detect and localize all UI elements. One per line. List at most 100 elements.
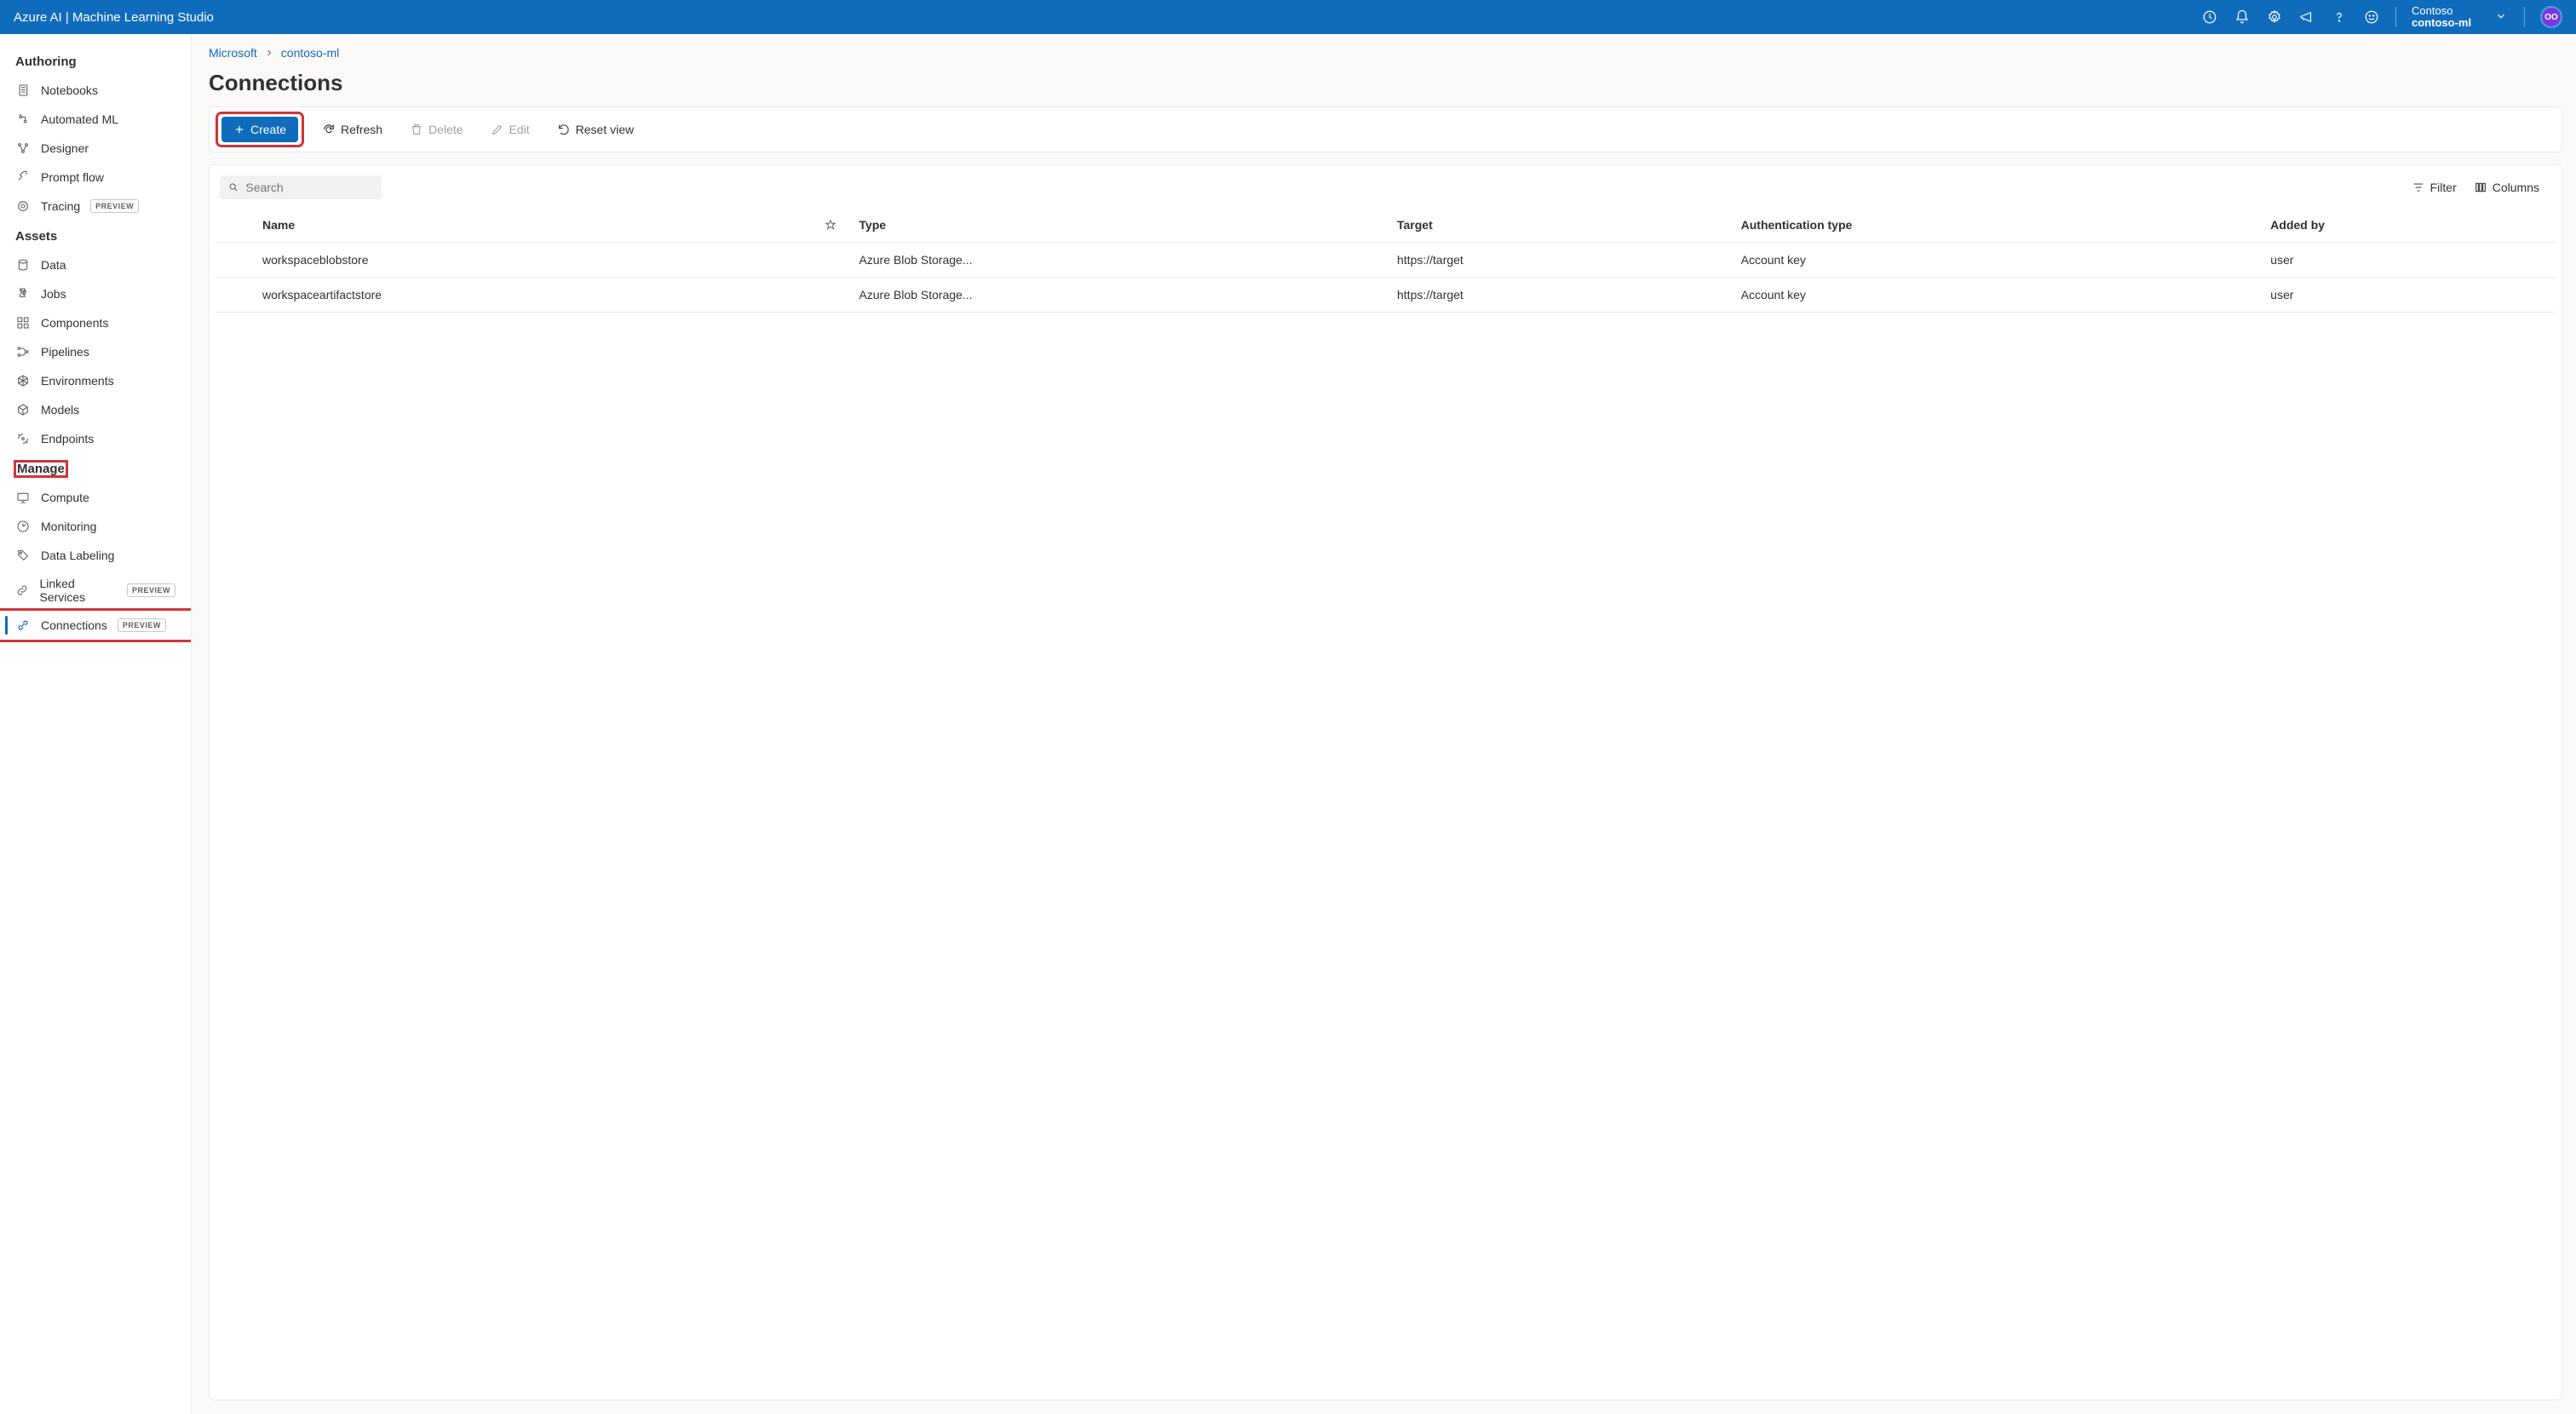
table-row[interactable]: workspaceartifactstore Azure Blob Storag… bbox=[215, 278, 2556, 313]
connections-icon bbox=[15, 618, 31, 633]
delete-button: Delete bbox=[403, 118, 469, 141]
sidebar-item-label: Environments bbox=[41, 374, 114, 388]
sidebar-item-linked[interactable]: Linked Services PREVIEW bbox=[0, 570, 191, 611]
create-button[interactable]: Create bbox=[221, 117, 298, 142]
delete-button-label: Delete bbox=[428, 123, 463, 136]
preview-badge: PREVIEW bbox=[118, 618, 166, 632]
cell-addedby: user bbox=[2262, 278, 2556, 313]
avatar[interactable]: OO bbox=[2540, 6, 2562, 28]
row-checkbox-cell[interactable] bbox=[215, 278, 254, 313]
column-checkbox bbox=[215, 208, 254, 243]
create-button-label: Create bbox=[250, 123, 286, 136]
column-auth[interactable]: Authentication type bbox=[1733, 208, 2263, 243]
help-icon[interactable] bbox=[2331, 9, 2348, 26]
preview-badge: PREVIEW bbox=[127, 583, 175, 597]
sidebar-item-pipelines[interactable]: Pipelines bbox=[0, 337, 191, 366]
recent-icon[interactable] bbox=[2201, 9, 2218, 26]
breadcrumb-link[interactable]: contoso-ml bbox=[281, 46, 339, 60]
header-divider bbox=[2395, 7, 2396, 27]
workspace-switcher[interactable]: Contoso contoso-ml bbox=[2412, 5, 2480, 30]
notebook-icon bbox=[15, 83, 31, 98]
page-title: Connections bbox=[209, 70, 2562, 96]
sidebar-item-promptflow[interactable]: Prompt flow bbox=[0, 163, 191, 192]
sidebar-item-label: Components bbox=[41, 316, 108, 330]
chevron-right-icon bbox=[264, 48, 274, 58]
sidebar-item-models[interactable]: Models bbox=[0, 395, 191, 424]
sidebar-section-manage: Manage bbox=[0, 453, 191, 483]
cell-target: https://target bbox=[1389, 278, 1733, 313]
megaphone-icon[interactable] bbox=[2298, 9, 2315, 26]
column-favorite[interactable] bbox=[816, 208, 850, 243]
sidebar-item-jobs[interactable]: Jobs bbox=[0, 279, 191, 308]
sidebar-item-environments[interactable]: Environments bbox=[0, 366, 191, 395]
sidebar-item-designer[interactable]: Designer bbox=[0, 134, 191, 163]
filter-button[interactable]: Filter bbox=[2403, 175, 2465, 199]
pipelines-icon bbox=[15, 344, 31, 359]
sidebar-item-label: Jobs bbox=[41, 287, 66, 301]
breadcrumb-link[interactable]: Microsoft bbox=[209, 46, 257, 60]
cell-favorite[interactable] bbox=[816, 278, 850, 313]
row-checkbox-cell[interactable] bbox=[215, 243, 254, 278]
edit-button: Edit bbox=[484, 118, 537, 141]
sidebar-item-label: Tracing bbox=[41, 199, 80, 213]
endpoints-icon bbox=[15, 431, 31, 446]
automl-icon bbox=[15, 112, 31, 127]
sidebar-item-connections[interactable]: Connections PREVIEW bbox=[0, 611, 191, 640]
edit-button-label: Edit bbox=[509, 123, 530, 136]
search-input[interactable] bbox=[245, 181, 373, 194]
main-content: Microsoft contoso-ml Connections Create … bbox=[192, 34, 2576, 1414]
preview-badge: PREVIEW bbox=[90, 199, 139, 213]
column-target[interactable]: Target bbox=[1389, 208, 1733, 243]
sidebar-item-label: Linked Services bbox=[39, 577, 117, 604]
column-name[interactable]: Name bbox=[254, 208, 816, 243]
connections-table: Name Type Target Authentication type Add… bbox=[215, 208, 2556, 313]
sidebar-item-label: Monitoring bbox=[41, 520, 96, 533]
sidebar-item-label: Connections bbox=[41, 618, 107, 632]
sidebar-item-endpoints[interactable]: Endpoints bbox=[0, 424, 191, 453]
sidebar-item-label: Pipelines bbox=[41, 345, 89, 359]
cell-favorite[interactable] bbox=[816, 243, 850, 278]
reset-view-button-label: Reset view bbox=[576, 123, 634, 136]
filter-button-label: Filter bbox=[2430, 181, 2457, 194]
smile-icon[interactable] bbox=[2363, 9, 2380, 26]
sidebar-item-components[interactable]: Components bbox=[0, 308, 191, 337]
sidebar-item-data[interactable]: Data bbox=[0, 250, 191, 279]
environments-icon bbox=[15, 373, 31, 388]
sidebar-item-compute[interactable]: Compute bbox=[0, 483, 191, 512]
cell-target: https://target bbox=[1389, 243, 1733, 278]
chevron-down-icon[interactable] bbox=[2495, 10, 2509, 24]
search-box[interactable] bbox=[220, 175, 382, 199]
refresh-button[interactable]: Refresh bbox=[315, 118, 389, 141]
sidebar-item-tracing[interactable]: Tracing PREVIEW bbox=[0, 192, 191, 221]
sidebar-item-automl[interactable]: Automated ML bbox=[0, 105, 191, 134]
cell-auth: Account key bbox=[1733, 278, 2263, 313]
sidebar-item-monitoring[interactable]: Monitoring bbox=[0, 512, 191, 541]
sidebar-item-labeling[interactable]: Data Labeling bbox=[0, 541, 191, 570]
sidebar-item-label: Automated ML bbox=[41, 112, 118, 126]
columns-button[interactable]: Columns bbox=[2465, 175, 2548, 199]
compute-icon bbox=[15, 490, 31, 505]
connections-card: Filter Columns Name Type Ta bbox=[209, 164, 2562, 1400]
app-title: Azure AI | Machine Learning Studio bbox=[14, 10, 214, 25]
column-type[interactable]: Type bbox=[850, 208, 1389, 243]
refresh-button-label: Refresh bbox=[341, 123, 382, 136]
table-row[interactable]: workspaceblobstore Azure Blob Storage...… bbox=[215, 243, 2556, 278]
sidebar: Authoring Notebooks Automated ML Designe… bbox=[0, 34, 192, 1414]
bell-icon[interactable] bbox=[2234, 9, 2251, 26]
monitoring-icon bbox=[15, 519, 31, 534]
sidebar-item-label: Models bbox=[41, 403, 79, 417]
sidebar-section-authoring: Authoring bbox=[0, 46, 191, 76]
sidebar-item-label: Compute bbox=[41, 491, 89, 504]
data-icon bbox=[15, 257, 31, 273]
linked-icon bbox=[15, 583, 29, 598]
components-icon bbox=[15, 315, 31, 331]
sidebar-item-label: Endpoints bbox=[41, 432, 94, 445]
reset-view-button[interactable]: Reset view bbox=[550, 118, 641, 141]
table-header-row: Name Type Target Authentication type Add… bbox=[215, 208, 2556, 243]
header-divider-2 bbox=[2524, 7, 2525, 27]
tracing-icon bbox=[15, 198, 31, 214]
org-name: Contoso bbox=[2412, 5, 2480, 17]
gear-icon[interactable] bbox=[2266, 9, 2283, 26]
column-addedby[interactable]: Added by bbox=[2262, 208, 2556, 243]
sidebar-item-notebooks[interactable]: Notebooks bbox=[0, 76, 191, 105]
